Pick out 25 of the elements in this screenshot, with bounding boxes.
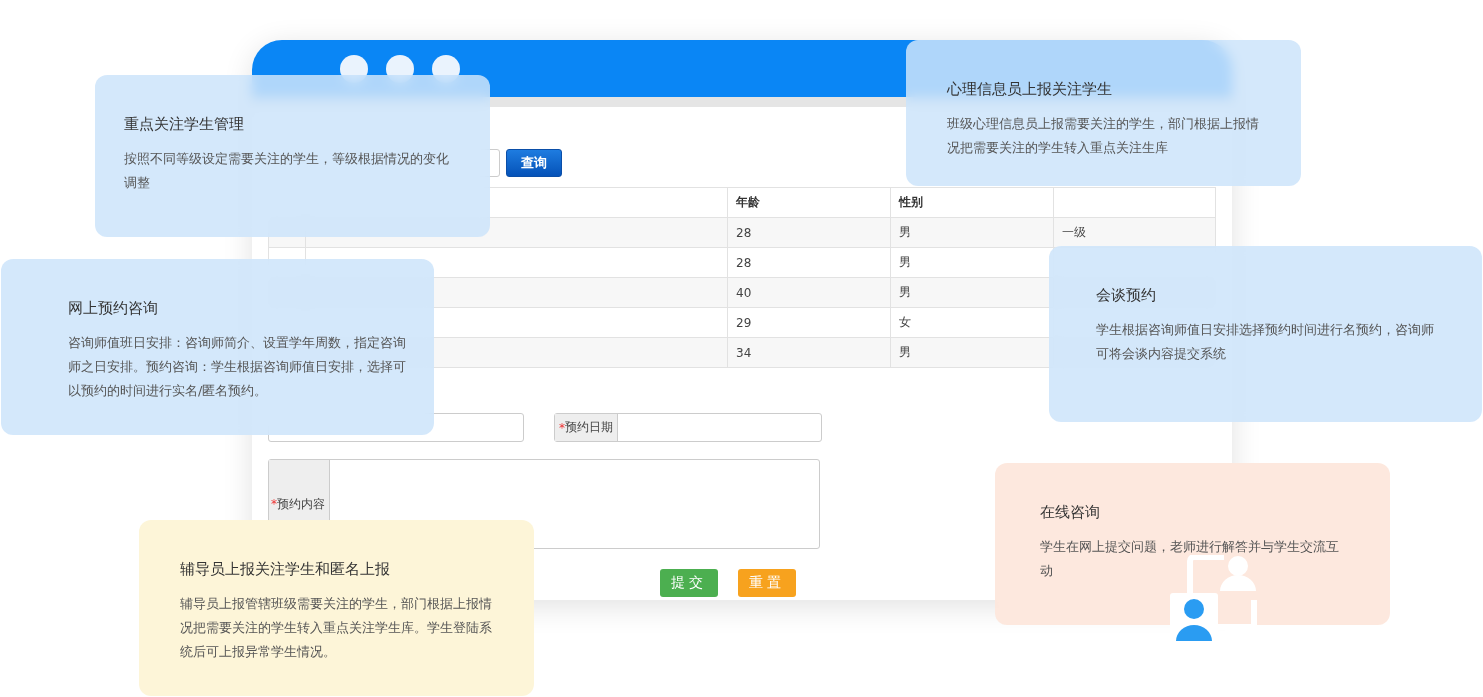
card-description: 学生在网上提交问题，老师进行解答并与学生交流互动 <box>1040 538 1340 580</box>
search-button[interactable]: 查询 <box>506 149 562 177</box>
card-description: 咨询师值班日安排：咨询师简介、设置学年周数，指定咨询师之日安排。预约咨询：学生根据咨询师值日安排，选择可以预约的时间进行实名/匿名预约。 <box>68 334 407 400</box>
card-title: 在线咨询 <box>1040 503 1100 522</box>
consultation-people-icon <box>1170 555 1258 641</box>
card-title: 辅导员上报关注学生和匿名上报 <box>180 560 390 579</box>
table-cell: 34 <box>727 337 891 368</box>
date-field[interactable]: *预约日期 <box>554 413 822 442</box>
table-cell: 28 <box>727 247 891 278</box>
column-header: 年龄 <box>727 187 891 218</box>
card-description: 按照不同等级设定需要关注的学生，等级根据情况的变化调整 <box>124 150 450 192</box>
card-title: 重点关注学生管理 <box>124 115 244 134</box>
table-cell: 一级 <box>1053 217 1216 248</box>
table-cell: 28 <box>727 217 891 248</box>
card-title: 心理信息员上报关注学生 <box>947 80 1112 99</box>
card-description: 辅导员上报管辖班级需要关注的学生，部门根据上报情况把需要关注的学生转入重点关注学生库。学生登陆系统后可上报异常学生情况。 <box>180 595 493 661</box>
card-description: 班级心理信息员上报需要关注的学生，部门根据上报情况把需要关注的学生转入重点关注生库 <box>947 115 1260 157</box>
table-cell: 29 <box>727 307 891 338</box>
column-header: 性别 <box>890 187 1054 218</box>
table-cell: 男 <box>890 217 1054 248</box>
card-description: 学生根据咨询师值日安排选择预约时间进行名预约，咨询师可将会谈内容提交系统 <box>1096 321 1435 363</box>
submit-button[interactable]: 提交 <box>660 569 718 597</box>
table-cell: 40 <box>727 277 891 308</box>
card-title: 会谈预约 <box>1096 286 1156 305</box>
card-title: 网上预约咨询 <box>68 299 158 318</box>
